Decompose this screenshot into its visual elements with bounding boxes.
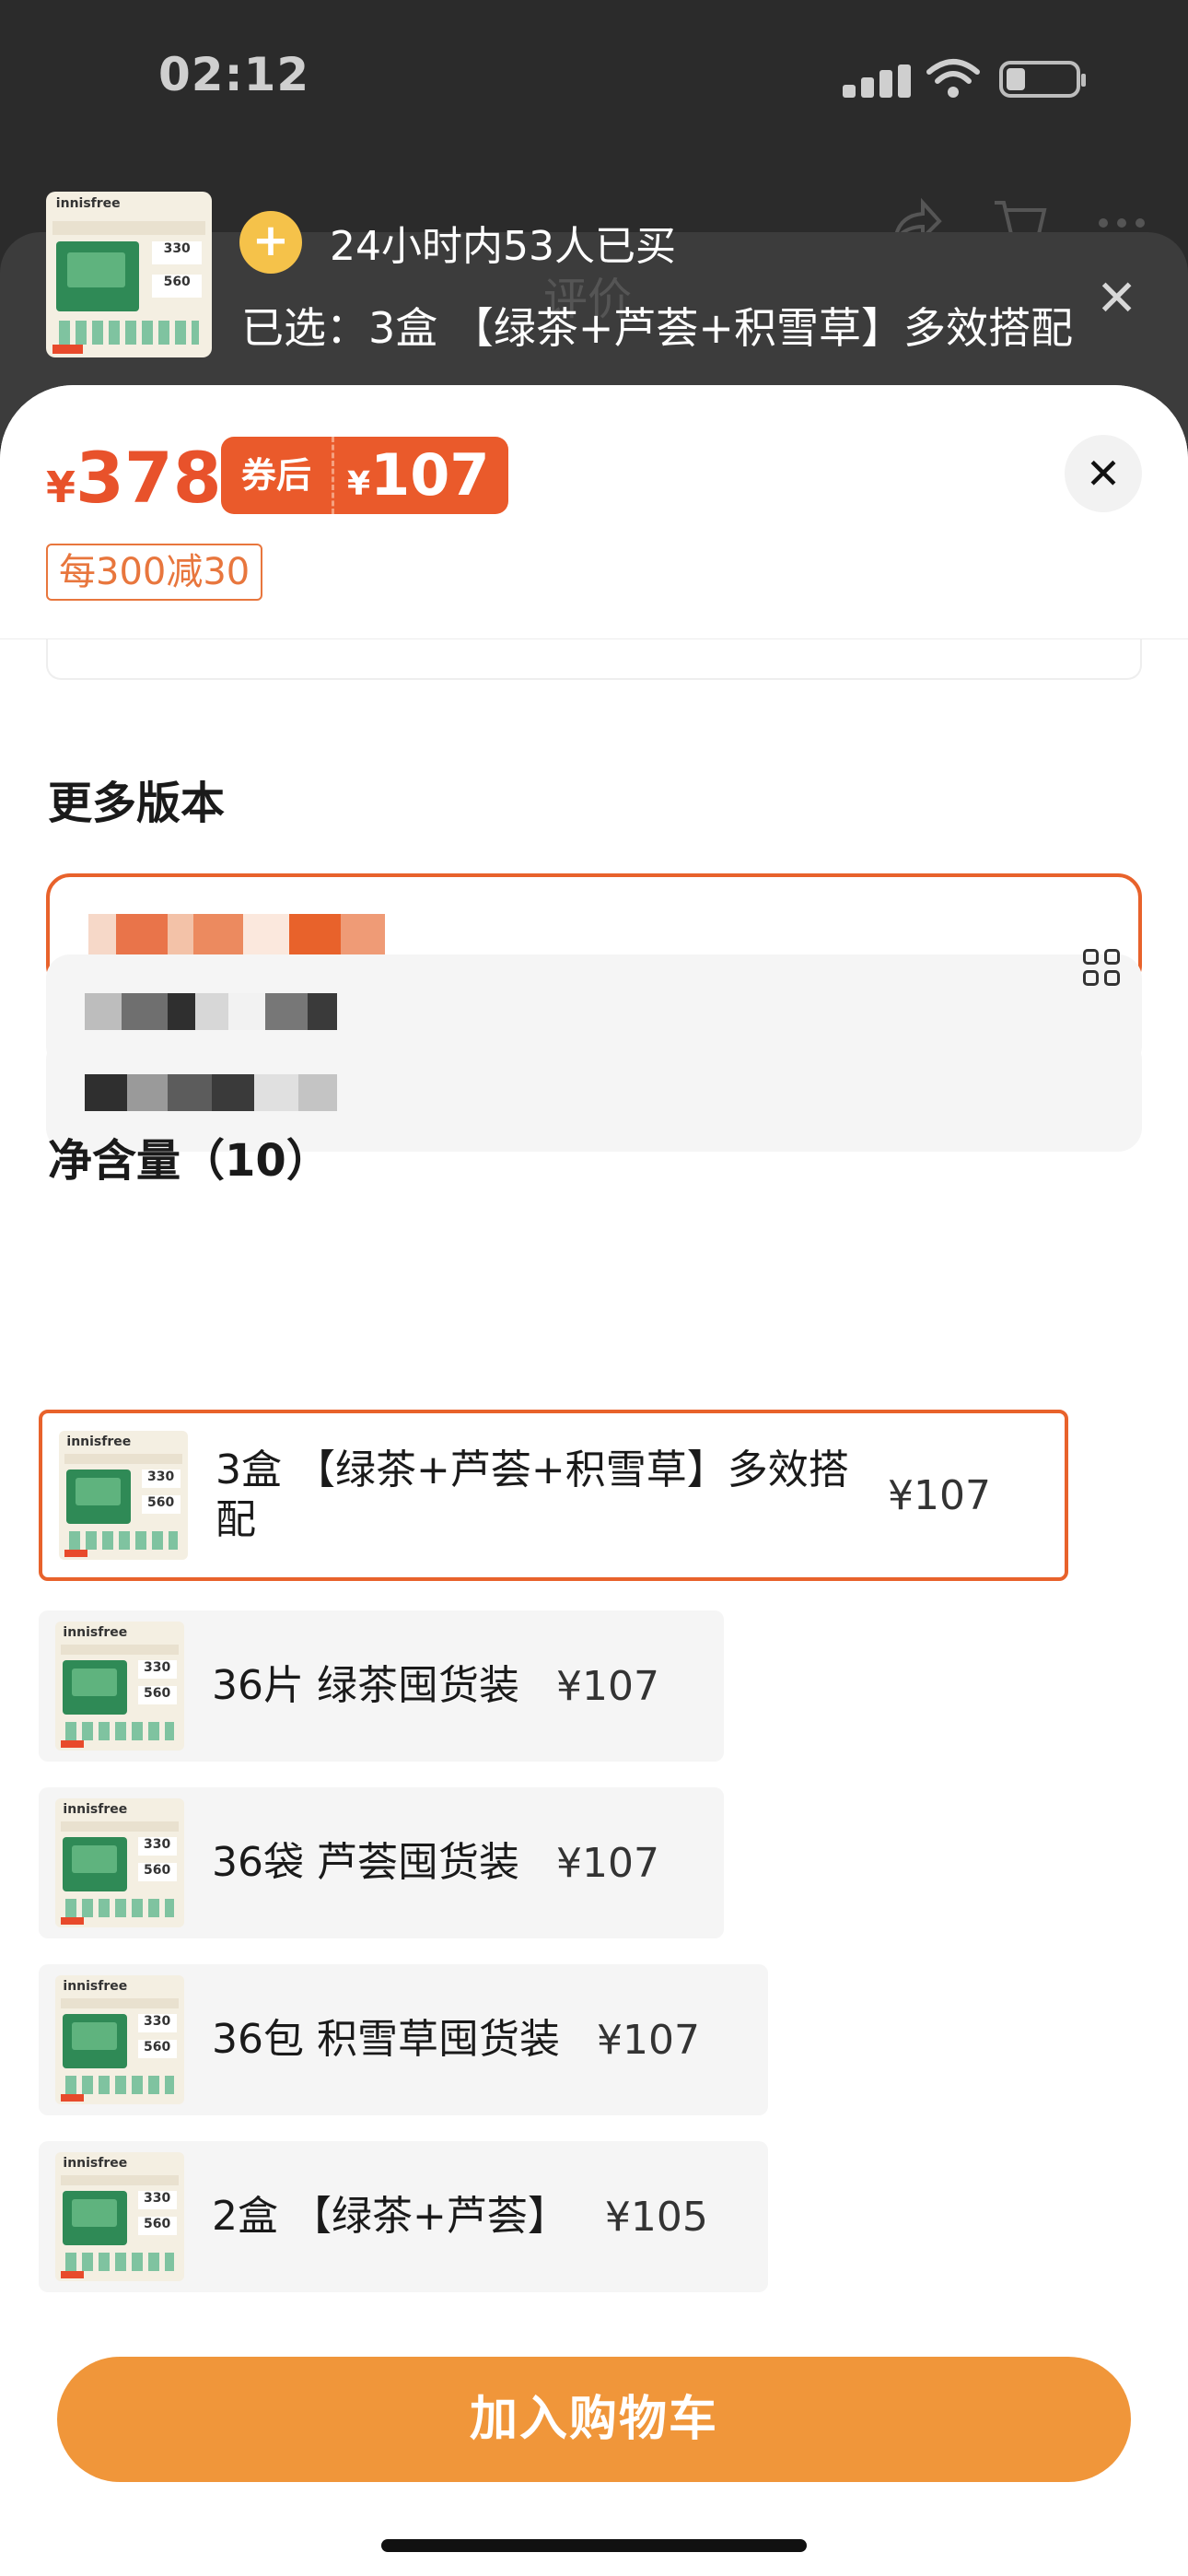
- sku-option[interactable]: innisfree 330 560 36袋 芦荟囤货装 ¥107: [39, 1787, 724, 1938]
- sku-price: ¥107: [888, 1471, 991, 1519]
- sku-thumbnail: innisfree 330 560: [55, 1798, 184, 1927]
- coupon-price-badge: 券后 ¥107: [221, 437, 508, 514]
- sku-name: 3盒 【绿茶+芦荟+积雪草】多效搭配: [215, 1446, 849, 1543]
- sku-name: 2盒 【绿茶+芦荟】: [212, 2193, 568, 2240]
- sku-name: 36片 绿茶囤货装: [212, 1662, 519, 1709]
- sku-price: ¥105: [604, 2193, 708, 2241]
- shopping-bag-icon: [239, 211, 302, 274]
- selected-variant-text: 已选：3盒 【绿茶+芦荟+积雪草】多效搭配: [241, 303, 1073, 353]
- sku-thumbnail: innisfree 330 560: [59, 1431, 188, 1560]
- close-button[interactable]: ✕: [1065, 435, 1142, 512]
- recent-buyers-banner: 24小时内53人已买: [239, 210, 676, 275]
- add-to-cart-button[interactable]: 加入购物车: [57, 2357, 1131, 2482]
- signal-icon: [843, 64, 916, 98]
- sku-name: 36包 积雪草囤货装: [212, 2016, 560, 2063]
- close-icon[interactable]: ✕: [1096, 271, 1137, 326]
- promo-tag: 每300减30: [46, 544, 263, 601]
- wifi-icon: [926, 59, 980, 98]
- net-content-title: 净含量（10）: [48, 1135, 331, 1187]
- blurred-version-label: [88, 914, 385, 956]
- sku-thumbnail: innisfree 330 560: [55, 1975, 184, 2104]
- battery-icon: [999, 61, 1086, 98]
- home-indicator: [381, 2539, 807, 2552]
- sku-price: ¥107: [596, 2016, 700, 2064]
- sku-option-selected[interactable]: innisfree 330 560 3盒 【绿茶+芦荟+积雪草】多效搭配 ¥107: [39, 1410, 1068, 1581]
- sku-option[interactable]: innisfree 330 560 2盒 【绿茶+芦荟】 ¥105: [39, 2141, 768, 2292]
- status-time: 02:12: [158, 48, 310, 101]
- sku-name: 36袋 芦荟囤货装: [212, 1839, 519, 1886]
- grid-view-icon[interactable]: [1083, 949, 1120, 986]
- coupon-price: ¥107: [334, 437, 508, 514]
- sku-thumbnail: innisfree 330 560: [55, 2152, 184, 2281]
- sku-price: ¥107: [555, 1662, 659, 1710]
- original-price: ¥378: [46, 437, 222, 519]
- selected-product-thumbnail: innisfree 330 560: [46, 192, 212, 357]
- sku-price: ¥107: [555, 1839, 659, 1887]
- price-header: ¥378 券后 ¥107 ✕ 每300减30: [0, 385, 1188, 639]
- sku-option[interactable]: innisfree 330 560 36片 绿茶囤货装 ¥107: [39, 1610, 724, 1762]
- recent-buyers-text: 24小时内53人已买: [330, 223, 676, 270]
- sku-thumbnail: innisfree 330 560: [55, 1622, 184, 1751]
- sku-option[interactable]: innisfree 330 560 36包 积雪草囤货装 ¥107: [39, 1964, 768, 2115]
- status-bar: 02:12: [0, 0, 1188, 147]
- versions-title: 更多版本: [48, 778, 226, 829]
- sku-selector-sheet: ¥378 券后 ¥107 ✕ 每300减30 更多版本 净含量（10） inni…: [0, 385, 1188, 2576]
- coupon-label: 券后: [221, 437, 335, 514]
